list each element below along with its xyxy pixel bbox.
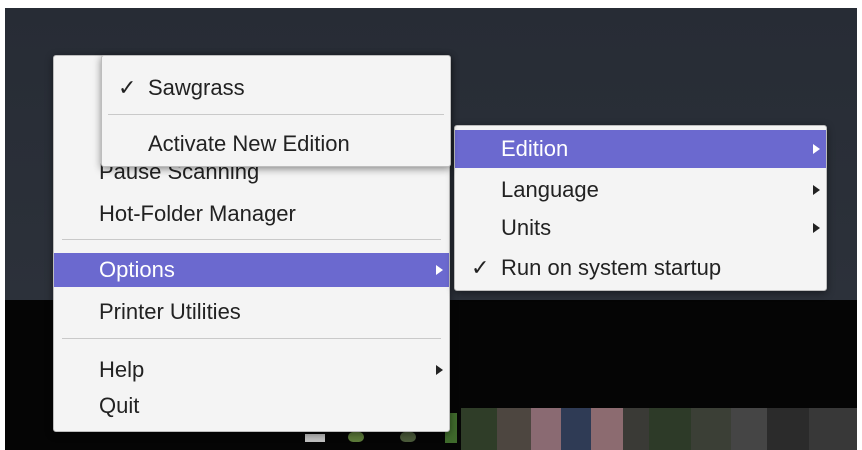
taskbar-icon[interactable] [531, 408, 561, 450]
menu-separator [62, 239, 441, 240]
menu-item-units[interactable]: Units [455, 210, 826, 246]
menu-separator [108, 114, 444, 115]
menu-item-label: Edition [501, 136, 569, 161]
taskbar-icon[interactable] [731, 408, 767, 450]
checkmark-icon: ✓ [471, 255, 490, 280]
menu-item-edition[interactable]: Edition [455, 130, 826, 168]
menu-item-label: Options [99, 257, 175, 282]
taskbar-icon[interactable] [623, 408, 649, 450]
checkmark-icon: ✓ [118, 75, 137, 100]
menu-item-label: Printer Utilities [99, 299, 241, 324]
menu-item-printer-utilities[interactable]: Printer Utilities [54, 294, 449, 330]
menu-item-label: Activate New Edition [148, 131, 350, 156]
taskbar-icon[interactable] [561, 408, 591, 450]
menu-item-label: Run on system startup [501, 255, 722, 280]
menu-item-label: Language [501, 177, 599, 202]
submenu-arrow-icon [813, 144, 820, 154]
taskbar-icon[interactable] [305, 434, 325, 442]
taskbar-icon[interactable] [400, 432, 416, 442]
submenu-arrow-icon [813, 185, 820, 195]
menu-item-label: Help [99, 357, 145, 382]
taskbar-icon[interactable] [649, 408, 691, 450]
menu-separator [62, 338, 441, 339]
menu-item-options[interactable]: Options [54, 253, 449, 287]
menu-item-language[interactable]: Language [455, 172, 826, 208]
edition-submenu: ✓ Sawgrass Activate New Edition [101, 55, 451, 167]
menu-item-label: Sawgrass [148, 75, 245, 100]
menu-item-run-on-startup[interactable]: ✓ Run on system startup [455, 250, 826, 286]
menu-item-quit[interactable]: Quit [54, 388, 449, 424]
menu-item-hot-folder-manager[interactable]: Hot-Folder Manager [54, 196, 449, 232]
menu-item-label: Hot-Folder Manager [99, 201, 296, 226]
taskbar-icon[interactable] [348, 432, 364, 442]
submenu-arrow-icon [436, 265, 443, 275]
submenu-arrow-icon [436, 365, 443, 375]
taskbar-icon[interactable] [591, 408, 623, 450]
taskbar-icon[interactable] [691, 408, 731, 450]
menu-item-label: Units [501, 215, 552, 240]
options-submenu: Edition Language Units ✓ Run on system s… [454, 125, 827, 291]
taskbar-icon[interactable] [461, 408, 497, 450]
submenu-arrow-icon [813, 223, 820, 233]
menu-item-help[interactable]: Help [54, 352, 449, 388]
taskbar-icon[interactable] [497, 408, 531, 450]
taskbar-icon[interactable] [767, 408, 809, 450]
menu-item-label: Quit [99, 393, 140, 418]
menu-item-activate-new-edition[interactable]: Activate New Edition [102, 126, 450, 162]
menu-item-sawgrass[interactable]: ✓ Sawgrass [102, 70, 450, 106]
taskbar-icon[interactable] [809, 408, 857, 450]
